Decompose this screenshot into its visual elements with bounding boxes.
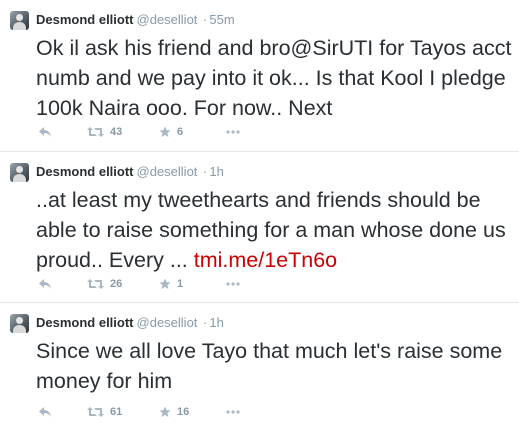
reply-icon bbox=[39, 127, 51, 137]
avatar[interactable] bbox=[10, 163, 29, 182]
star-icon bbox=[159, 406, 171, 417]
tweet-header: Desmond elliott @deselliot · 55m bbox=[36, 12, 235, 28]
timestamp[interactable]: 55m bbox=[209, 12, 234, 27]
reply-button[interactable] bbox=[38, 124, 52, 140]
author-name[interactable]: Desmond elliott bbox=[36, 12, 134, 27]
tweet-text: ..at least my tweethearts and friends sh… bbox=[36, 185, 514, 275]
separator-dot: · bbox=[203, 315, 208, 330]
retweet-count: 26 bbox=[110, 278, 123, 290]
reply-icon bbox=[39, 407, 51, 417]
favorite-count: 1 bbox=[177, 278, 184, 290]
tweet: Desmond elliott @deselliot · 1h ..at least… bbox=[0, 151, 519, 302]
separator-dot: · bbox=[203, 164, 208, 179]
avatar[interactable] bbox=[10, 314, 29, 333]
retweet-icon bbox=[87, 127, 104, 137]
favorite-button[interactable]: 16 bbox=[159, 404, 189, 420]
tweet-body: Ok il ask his friend and bro@SirUTI for … bbox=[36, 36, 512, 120]
retweet-icon bbox=[87, 407, 104, 417]
tweet-text: Ok il ask his friend and bro@SirUTI for … bbox=[36, 33, 514, 123]
retweet-button[interactable]: 26 bbox=[87, 276, 122, 292]
retweet-count: 61 bbox=[110, 406, 123, 418]
retweet-button[interactable]: 43 bbox=[87, 124, 122, 140]
tweet: Desmond elliott @deselliot · 1h Since we a… bbox=[0, 302, 519, 427]
timestamp[interactable]: 1h bbox=[209, 164, 223, 179]
timestamp[interactable]: 1h bbox=[209, 315, 223, 330]
tweet-header: Desmond elliott @deselliot · 1h bbox=[36, 315, 224, 331]
separator-dot: · bbox=[203, 12, 208, 27]
retweet-count: 43 bbox=[110, 126, 123, 138]
tweet: Desmond elliott @deselliot · 55m Ok il ask… bbox=[0, 0, 519, 151]
more-button[interactable] bbox=[226, 124, 240, 140]
author-handle[interactable]: @deselliot bbox=[137, 164, 198, 179]
tweet-text: Since we all love Tayo that much let's r… bbox=[36, 336, 514, 396]
author-handle[interactable]: @deselliot bbox=[137, 12, 198, 27]
tweet-timeline: Desmond elliott @deselliot · 55m Ok il ask… bbox=[0, 0, 519, 427]
favorite-count: 16 bbox=[177, 406, 190, 418]
more-icon bbox=[226, 282, 240, 286]
tweet-body: Since we all love Tayo that much let's r… bbox=[36, 339, 503, 393]
reply-button[interactable] bbox=[38, 404, 52, 420]
more-icon bbox=[226, 130, 240, 134]
author-name[interactable]: Desmond elliott bbox=[36, 315, 134, 330]
avatar[interactable] bbox=[10, 11, 29, 30]
favorite-count: 6 bbox=[177, 126, 184, 138]
tweet-link[interactable]: tmi.me/1eTn6o bbox=[194, 248, 337, 272]
more-icon bbox=[226, 410, 240, 414]
reply-icon bbox=[39, 279, 51, 289]
star-icon bbox=[159, 126, 171, 137]
star-icon bbox=[159, 278, 171, 289]
retweet-icon bbox=[87, 279, 104, 289]
author-name[interactable]: Desmond elliott bbox=[36, 164, 134, 179]
more-button[interactable] bbox=[226, 404, 240, 420]
more-button[interactable] bbox=[226, 276, 240, 292]
author-handle[interactable]: @deselliot bbox=[137, 315, 198, 330]
reply-button[interactable] bbox=[38, 276, 52, 292]
tweet-header: Desmond elliott @deselliot · 1h bbox=[36, 164, 224, 180]
retweet-button[interactable]: 61 bbox=[87, 404, 122, 420]
favorite-button[interactable]: 1 bbox=[159, 276, 183, 292]
favorite-button[interactable]: 6 bbox=[159, 124, 183, 140]
